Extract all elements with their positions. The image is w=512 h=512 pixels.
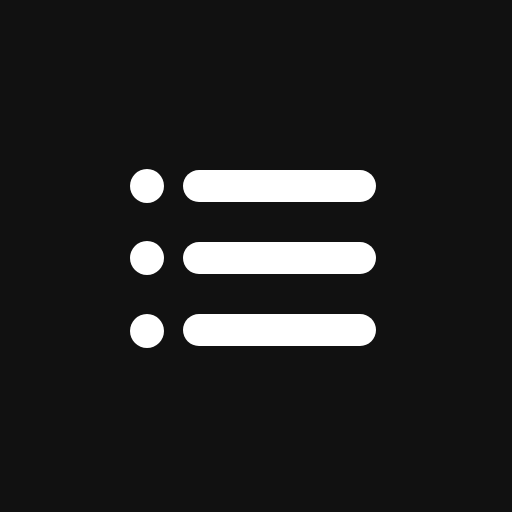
bullet-dot-icon xyxy=(130,169,164,203)
bullet-dot-icon xyxy=(130,241,164,275)
app-icon-canvas xyxy=(0,0,512,512)
bar-line-icon xyxy=(183,314,376,346)
list-row-3 xyxy=(130,314,376,348)
list-row-1 xyxy=(130,169,376,203)
bar-line-icon xyxy=(183,170,376,202)
bar-line-icon xyxy=(183,242,376,274)
list-row-2 xyxy=(130,241,376,275)
bullet-dot-icon xyxy=(130,314,164,348)
list-icon xyxy=(130,169,376,348)
